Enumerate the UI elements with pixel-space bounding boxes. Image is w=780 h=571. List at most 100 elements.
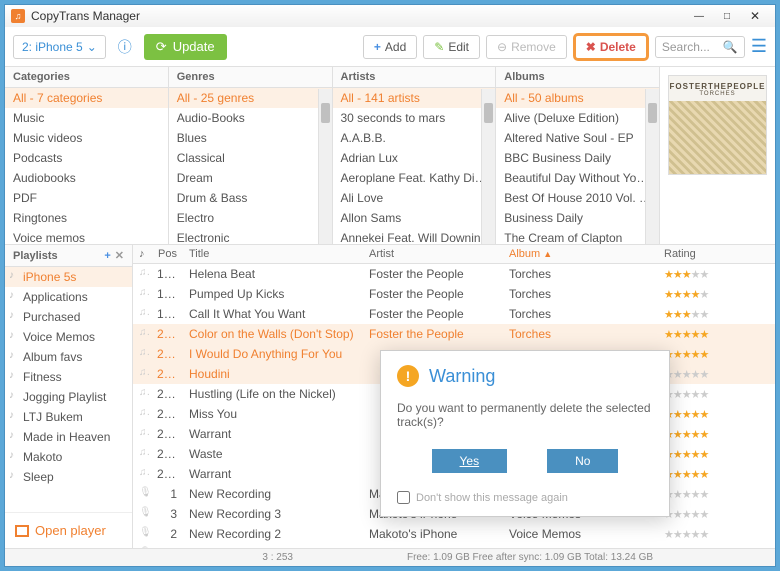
browser-item[interactable]: Electro <box>169 208 332 228</box>
update-button[interactable]: ⟳ Update <box>144 34 227 60</box>
plus-icon: + <box>374 40 381 54</box>
track-rating[interactable]: ★★★★★ <box>658 304 775 324</box>
dialog-yes-button[interactable]: Yes <box>432 449 508 473</box>
sidebar-item[interactable]: iPhone 5s <box>5 267 132 287</box>
browser-item[interactable]: Alive (Deluxe Edition) <box>496 108 659 128</box>
track-rating[interactable]: ★★★★★ <box>658 504 775 524</box>
browser-item[interactable]: Audiobooks <box>5 168 168 188</box>
info-button[interactable]: ⓘ <box>112 34 138 60</box>
table-row[interactable]: ♫199Call It What You WantFoster the Peop… <box>133 304 775 324</box>
browser-item[interactable]: Ali Love <box>333 188 496 208</box>
track-rating[interactable]: ★★★★★ <box>658 464 775 484</box>
categories-header[interactable]: Categories <box>5 67 168 88</box>
browser-item[interactable]: The Cream of Clapton <box>496 228 659 244</box>
track-rating[interactable]: ★★★★★ <box>658 324 775 344</box>
albums-header[interactable]: Albums <box>496 67 659 88</box>
device-selector[interactable]: 2: iPhone 5 ⌄ <box>13 35 106 59</box>
add-playlist-button[interactable]: + <box>104 250 110 262</box>
track-rating[interactable]: ★★★★★ <box>658 284 775 304</box>
browser-item-all[interactable]: All - 50 albums <box>496 88 659 108</box>
browser-item[interactable]: Ringtones <box>5 208 168 228</box>
close-button[interactable]: ✕ <box>741 7 769 25</box>
artists-header[interactable]: Artists <box>333 67 496 88</box>
track-rating[interactable]: ★★★★★ <box>658 484 775 504</box>
sidebar-item[interactable]: LTJ Bukem <box>5 407 132 427</box>
maximize-button[interactable]: □ <box>713 7 741 25</box>
search-input[interactable]: Search... 🔍 <box>655 36 745 58</box>
track-rating[interactable]: ★★★★★ <box>658 444 775 464</box>
table-row[interactable]: ♫197Helena BeatFoster the PeopleTorches★… <box>133 264 775 284</box>
genres-header[interactable]: Genres <box>169 67 332 88</box>
browser-item-all[interactable]: All - 25 genres <box>169 88 332 108</box>
browser-item[interactable]: Adrian Lux <box>333 148 496 168</box>
browser-item[interactable]: Business Daily <box>496 208 659 228</box>
browser-item[interactable]: Allon Sams <box>333 208 496 228</box>
dialog-no-button[interactable]: No <box>547 449 618 473</box>
track-kind-icon: ♫ <box>133 424 151 444</box>
browser-item[interactable]: PDF <box>5 188 168 208</box>
delete-button[interactable]: ✖Delete <box>573 33 649 61</box>
edit-button[interactable]: ✎Edit <box>423 35 480 59</box>
sidebar-item[interactable]: Jogging Playlist <box>5 387 132 407</box>
close-sidebar-button[interactable]: ✕ <box>115 249 124 262</box>
browser-item[interactable]: A.A.B.B. <box>333 128 496 148</box>
browser-item[interactable]: Blues <box>169 128 332 148</box>
col-album[interactable]: Album ▲ <box>503 245 658 263</box>
albums-scrollbar[interactable] <box>645 89 659 244</box>
genres-scrollbar[interactable] <box>318 89 332 244</box>
table-row[interactable]: 🎙5DrumsMakoto's iPhoneVoice Memos★★★★★ <box>133 544 775 548</box>
track-rating[interactable]: ★★★★★ <box>658 544 775 548</box>
table-row[interactable]: 🎙2New Recording 2Makoto's iPhoneVoice Me… <box>133 524 775 544</box>
browser-item[interactable]: Drum & Bass <box>169 188 332 208</box>
add-button[interactable]: +Add <box>363 35 417 59</box>
track-rating[interactable]: ★★★★★ <box>658 364 775 384</box>
titlebar[interactable]: ♫ CopyTrans Manager — □ ✕ <box>5 5 775 27</box>
table-row[interactable]: ♫200Color on the Walls (Don't Stop)Foste… <box>133 324 775 344</box>
sidebar-item[interactable]: Fitness <box>5 367 132 387</box>
sidebar-item[interactable]: Purchased <box>5 307 132 327</box>
browser-item-all[interactable]: All - 141 artists <box>333 88 496 108</box>
browser-item[interactable]: Annekei Feat. Will Downing <box>333 228 496 244</box>
browser-item[interactable]: Audio-Books <box>169 108 332 128</box>
browser-item[interactable]: Best Of House 2010 Vol. 01 - Mixe... <box>496 188 659 208</box>
album-artwork[interactable]: FOSTERTHEPEOPLE TORCHES <box>668 75 767 175</box>
table-row[interactable]: ♫198Pumped Up KicksFoster the PeopleTorc… <box>133 284 775 304</box>
browser-item-all[interactable]: All - 7 categories <box>5 88 168 108</box>
remove-button[interactable]: ⊖Remove <box>486 35 567 59</box>
browser-item[interactable]: Altered Native Soul - EP <box>496 128 659 148</box>
browser-item[interactable]: Beautiful Day Without You CDM <box>496 168 659 188</box>
dialog-dontshow[interactable]: Don't show this message again <box>381 485 669 516</box>
browser-item[interactable]: Music <box>5 108 168 128</box>
browser-item[interactable]: Music videos <box>5 128 168 148</box>
track-rating[interactable]: ★★★★★ <box>658 384 775 404</box>
browser-item[interactable]: 30 seconds to mars <box>333 108 496 128</box>
col-title[interactable]: Title <box>183 245 363 263</box>
sidebar-item[interactable]: Makoto <box>5 447 132 467</box>
sidebar-item[interactable]: Album favs <box>5 347 132 367</box>
browser-item[interactable]: Podcasts <box>5 148 168 168</box>
browser-item[interactable]: Aeroplane Feat. Kathy Diamond <box>333 168 496 188</box>
sidebar-item[interactable]: Made in Heaven <box>5 427 132 447</box>
browser-item[interactable]: BBC Business Daily <box>496 148 659 168</box>
open-player-button[interactable]: Open player <box>5 512 132 548</box>
browser-item[interactable]: Dream <box>169 168 332 188</box>
dontshow-checkbox[interactable] <box>397 491 410 504</box>
track-rating[interactable]: ★★★★★ <box>658 424 775 444</box>
track-rating[interactable]: ★★★★★ <box>658 344 775 364</box>
hamburger-menu[interactable]: ☰ <box>751 36 767 57</box>
browser-item[interactable]: Classical <box>169 148 332 168</box>
artists-scrollbar[interactable] <box>481 89 495 244</box>
col-artist[interactable]: Artist <box>363 245 503 263</box>
browser-item[interactable]: Voice memos <box>5 228 168 244</box>
sidebar-item[interactable]: Applications <box>5 287 132 307</box>
sidebar-item[interactable]: Sleep <box>5 467 132 487</box>
col-kind[interactable]: ♪ <box>133 245 151 263</box>
browser-item[interactable]: Electronic <box>169 228 332 244</box>
col-rating[interactable]: Rating <box>658 245 775 263</box>
track-rating[interactable]: ★★★★★ <box>658 404 775 424</box>
track-rating[interactable]: ★★★★★ <box>658 264 775 284</box>
col-pos[interactable]: Pos <box>151 245 183 263</box>
minimize-button[interactable]: — <box>685 7 713 25</box>
track-rating[interactable]: ★★★★★ <box>658 524 775 544</box>
sidebar-item[interactable]: Voice Memos <box>5 327 132 347</box>
